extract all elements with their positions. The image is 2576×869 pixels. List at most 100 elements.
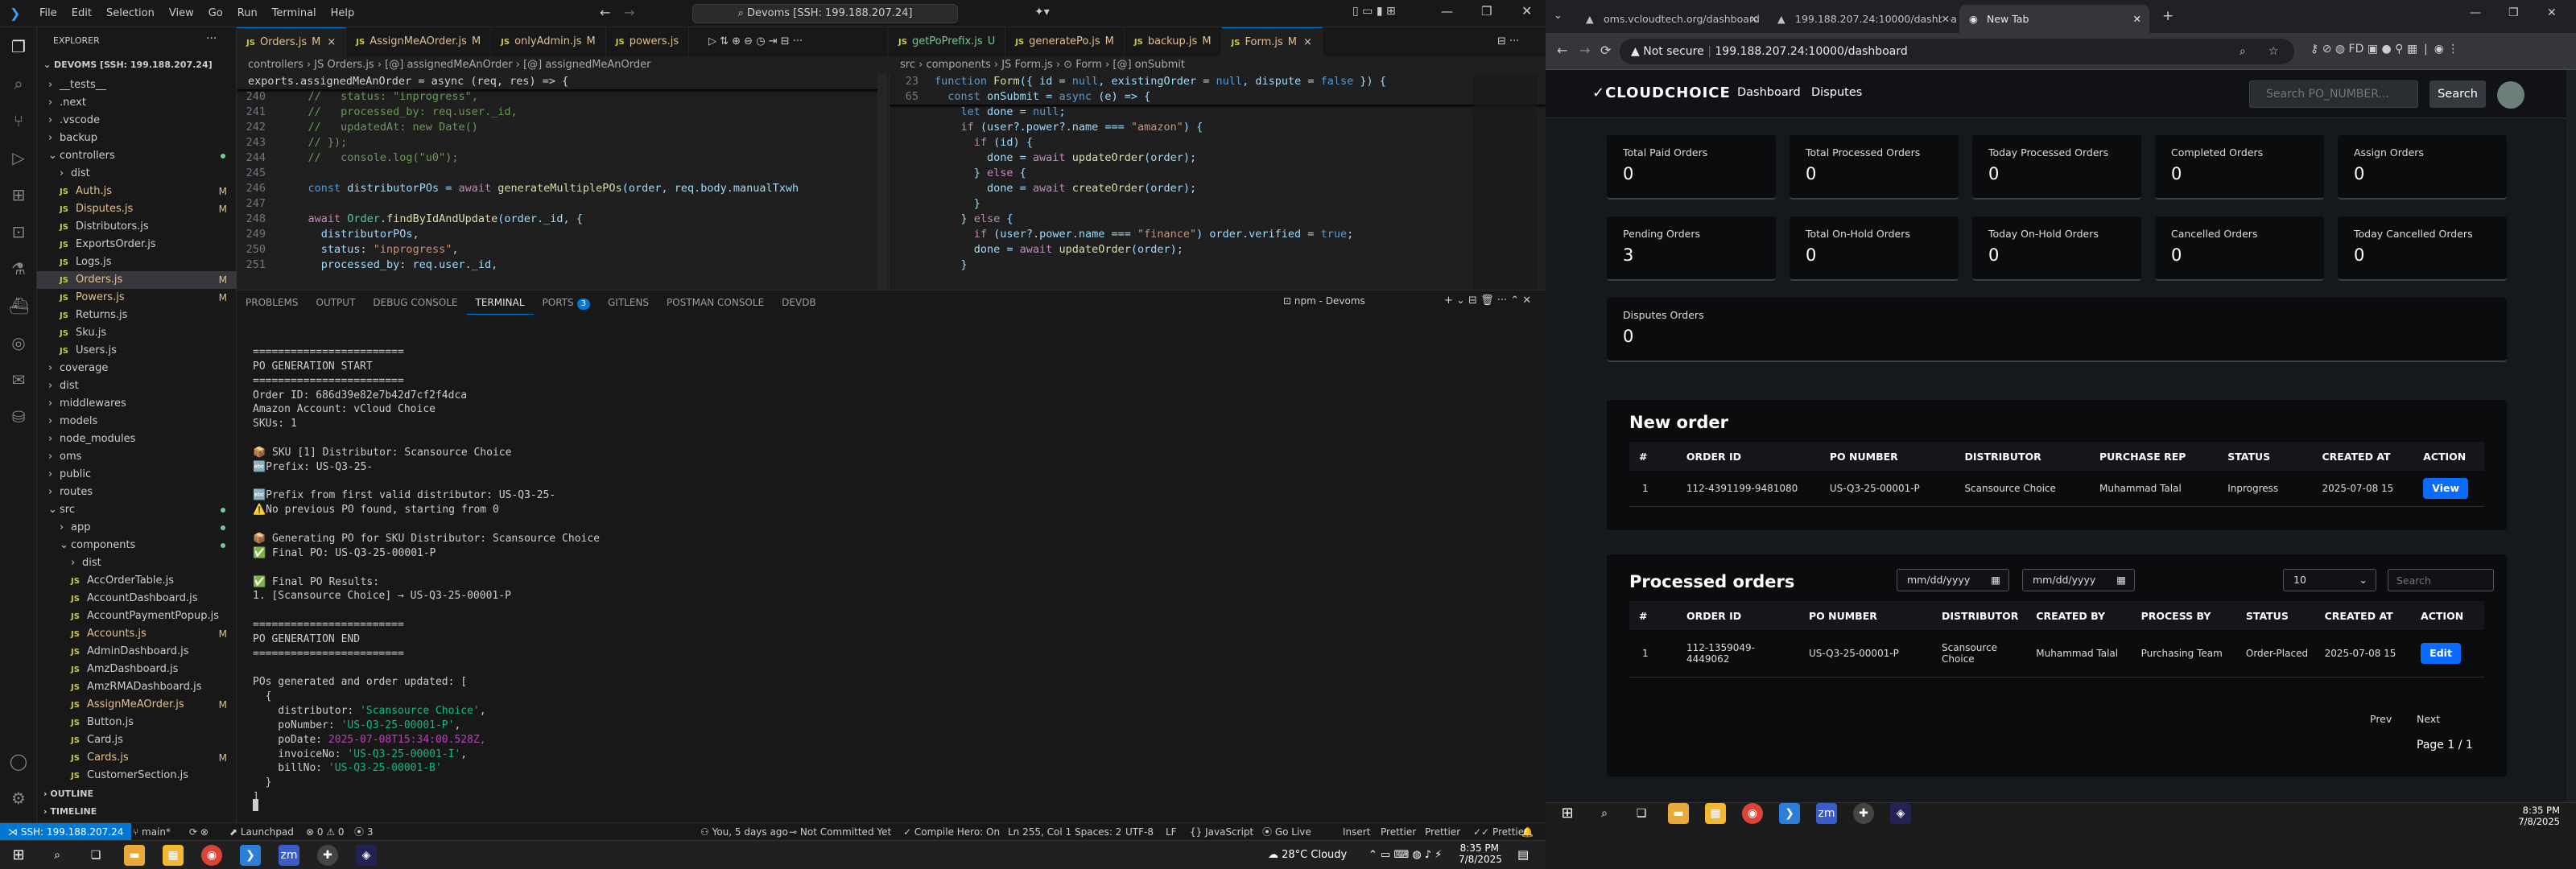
tab-new-tab[interactable]: ◉ New Tab ✕ (1959, 5, 2149, 33)
tree-item[interactable]: › .vscode (37, 112, 237, 130)
timeline-section[interactable]: › TIMELINE (43, 806, 97, 817)
tree-item[interactable]: JS Sku.js (37, 324, 237, 342)
vscode-taskbar-icon[interactable]: ❯ (1779, 803, 1800, 824)
tree-item[interactable]: JS Returns.js (37, 307, 237, 324)
tree-item[interactable]: › coverage (37, 360, 237, 377)
tree-item[interactable]: JS Cards.js M (37, 749, 237, 767)
maximize-icon[interactable]: ❐ (2508, 6, 2519, 19)
database-icon[interactable]: ⛁ (9, 407, 28, 426)
prev-button[interactable]: Prev (2370, 713, 2392, 725)
tree-item[interactable]: JS Card.js (37, 731, 237, 749)
processed-search-input[interactable] (2388, 569, 2494, 591)
page-scrollbar[interactable] (2566, 70, 2576, 802)
file-explorer-icon[interactable]: ▬ (124, 845, 145, 866)
ports-indicator[interactable]: ⦿ 3 (354, 823, 373, 841)
tree-item[interactable]: › __tests__ (37, 76, 237, 94)
search-icon[interactable]: ⌕ (47, 845, 68, 866)
page-size-select[interactable]: 10 ⌄ (2283, 569, 2376, 591)
source-control-icon[interactable]: ⑂ (9, 111, 28, 130)
tree-item[interactable]: › dist (37, 165, 237, 183)
app-icon[interactable]: ✚ (1853, 803, 1874, 824)
view-button[interactable]: View (2423, 477, 2469, 499)
tree-item[interactable]: JS Orders.js M (37, 271, 237, 289)
stat-card[interactable]: Cancelled Orders 0 (2155, 216, 2324, 281)
panel-tab-devdb[interactable]: DEVDB (773, 290, 825, 315)
tree-item[interactable]: › oms (37, 448, 237, 466)
tree-item[interactable]: › dist (37, 377, 237, 395)
close-tab-icon[interactable]: ✕ (1941, 5, 1950, 33)
tree-item[interactable]: JS Disputes.js M (37, 200, 237, 218)
forward-arrow-icon[interactable]: → (624, 5, 634, 20)
store-icon[interactable]: ▦ (1705, 803, 1726, 824)
insert-mode[interactable]: Insert (1343, 823, 1370, 841)
menu-run[interactable]: Run (230, 7, 265, 19)
vscode-taskbar-icon[interactable]: ❯ (240, 845, 261, 866)
compile-hero[interactable]: ✓ Compile Hero: On (903, 823, 1000, 841)
editor-tab[interactable]: JS generatePo.js M (1005, 27, 1125, 56)
search-icon[interactable]: ⌕ (1594, 803, 1615, 824)
clock[interactable]: 8:35 PM 7/8/2025 (1459, 842, 1502, 865)
close-tab-icon[interactable]: × (1303, 36, 1312, 48)
editor-tab[interactable]: JS getPoPrefix.js U (889, 27, 1006, 56)
reload-icon[interactable]: ⟳ (1600, 43, 1611, 58)
menu-terminal[interactable]: Terminal (265, 7, 324, 19)
tree-item[interactable]: › middlewares (37, 395, 237, 413)
tree-item[interactable]: JS Accounts.js M (37, 625, 237, 643)
panel-tab-postman-console[interactable]: POSTMAN CONSOLE (658, 290, 773, 315)
workspace-root[interactable]: ⌄ DEVOMS [SSH: 199.188.207.24] (43, 60, 213, 70)
panel-tab-output[interactable]: OUTPUT (308, 290, 365, 315)
eol[interactable]: LF (1166, 823, 1177, 841)
extensions-icon[interactable]: ⊞ (9, 185, 28, 204)
breadcrumb-right[interactable]: src › components › JS Form.js › ⊙ Form ›… (889, 56, 1546, 74)
extension-icons[interactable]: ⚷ ⊘ ◍ FD ▣ ● ⚲ ▦ ❘ ◉ ⋮ (2310, 43, 2458, 56)
close-icon[interactable]: ✕ (2547, 6, 2557, 19)
cursor-app-icon[interactable]: ◈ (356, 845, 377, 866)
run-debug-icon[interactable]: ▷ (9, 148, 28, 167)
date-from-input[interactable]: mm/dd/yyyy ▦ (1897, 569, 2009, 591)
tree-item[interactable]: ⌄ controllers (37, 147, 237, 165)
close-icon[interactable]: ✕ (1521, 3, 1532, 19)
po-search-input[interactable] (2249, 80, 2418, 108)
stat-card[interactable]: Disputes Orders 0 (1607, 298, 2507, 362)
task-view-icon[interactable]: ❏ (85, 845, 106, 866)
zoom-icon[interactable]: zm (1816, 803, 1837, 824)
back-arrow-icon[interactable]: ← (600, 5, 610, 20)
close-tab-icon[interactable]: ✕ (1750, 5, 1758, 33)
tree-item[interactable]: JS AdminDashboard.js (37, 643, 237, 661)
menu-selection[interactable]: Selection (99, 7, 162, 19)
indentation[interactable]: Spaces: 2 (1075, 823, 1121, 841)
nav-disputes[interactable]: Disputes (1811, 86, 1862, 99)
tree-item[interactable]: JS AccOrderTable.js (37, 572, 237, 590)
tree-item[interactable]: JS Distributors.js (37, 218, 237, 236)
chrome-icon[interactable]: ◉ (1742, 803, 1763, 824)
prettier-1[interactable]: Prettier (1381, 823, 1416, 841)
launchpad-button[interactable]: ⬈ Launchpad (229, 823, 294, 841)
tree-item[interactable]: › backup (37, 130, 237, 147)
tree-item[interactable]: › routes (37, 484, 237, 501)
breadcrumb-left[interactable]: controllers › JS Orders.js › [@] assigne… (237, 56, 887, 74)
tree-item[interactable]: ⌄ src (37, 501, 237, 519)
new-tab-icon[interactable]: + (2162, 8, 2174, 24)
cursor-position[interactable]: Ln 255, Col 1 (1008, 823, 1071, 841)
panel-tab-gitlens[interactable]: GITLENS (599, 290, 658, 315)
stat-card[interactable]: Completed Orders 0 (2155, 135, 2324, 200)
po-search-button[interactable]: Search (2429, 80, 2486, 108)
windows-start-icon[interactable]: ⊞ (1557, 803, 1578, 824)
editor-tab[interactable]: JS onlyAdmin.js M (491, 27, 606, 56)
tree-item[interactable]: › node_modules (37, 430, 237, 448)
remote-explorer-icon[interactable]: ⊡ (9, 222, 28, 241)
layout-toggles-icon[interactable]: ▯ ▭ ▮ ⊞ (1352, 5, 1396, 18)
tree-item[interactable]: JS AmzDashboard.js (37, 661, 237, 678)
gitlens-icon[interactable]: ◎ (9, 333, 28, 352)
address-bar[interactable]: ▲ Not secure | 199.188.207.24:10000/dash… (1620, 39, 2294, 64)
docker-icon[interactable]: ⛴ (9, 296, 29, 315)
editor-tab[interactable]: JS AssignMeAOrder.js M (346, 27, 492, 56)
bookmark-star-icon[interactable]: ☆ (2268, 39, 2279, 64)
go-live-button[interactable]: ⦿ Go Live (1262, 823, 1311, 841)
testing-icon[interactable]: ⚗ (9, 259, 28, 278)
nav-dashboard[interactable]: Dashboard (1737, 86, 1801, 99)
tree-item[interactable]: JS ExportsOrder.js (37, 236, 237, 253)
encoding[interactable]: UTF-8 (1125, 823, 1154, 841)
tree-item[interactable]: JS Powers.js M (37, 289, 237, 307)
stat-card[interactable]: Today Processed Orders 0 (1972, 135, 2141, 200)
